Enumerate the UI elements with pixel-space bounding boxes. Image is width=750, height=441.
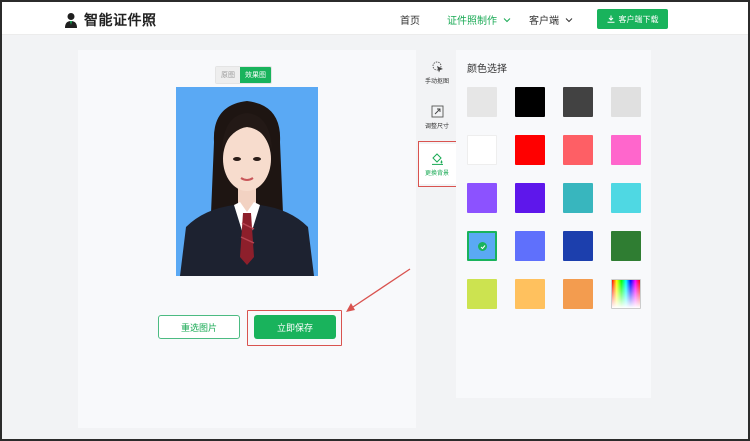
client-download-button[interactable]: 客户端下载 xyxy=(597,9,668,29)
tool-highlight-box xyxy=(418,141,461,187)
nav-client[interactable]: 客户端 xyxy=(529,12,573,27)
nav-client-label: 客户端 xyxy=(529,16,559,27)
resize-icon xyxy=(431,105,443,117)
color-swatch[interactable] xyxy=(515,87,545,117)
tool-resize[interactable]: 调整尺寸 xyxy=(418,97,456,137)
color-swatch[interactable] xyxy=(467,87,497,117)
reselect-image-button[interactable]: 重选图片 xyxy=(158,315,240,339)
tool-resize-label: 调整尺寸 xyxy=(424,122,449,130)
color-swatch[interactable] xyxy=(515,183,545,213)
cursor-magic-icon xyxy=(432,61,443,72)
chevron-down-icon xyxy=(565,17,573,22)
color-swatch[interactable] xyxy=(515,231,545,261)
color-panel: 颜色选择 xyxy=(456,50,651,398)
check-icon xyxy=(478,242,487,251)
nav-id-photo-maker-label: 证件照制作 xyxy=(447,16,497,27)
toggle-original[interactable]: 原图 xyxy=(216,67,240,83)
color-swatch[interactable] xyxy=(611,135,641,165)
portrait-image xyxy=(176,87,318,276)
color-swatch[interactable] xyxy=(563,135,593,165)
logo[interactable]: 智能证件照 xyxy=(64,10,157,30)
chevron-down-icon xyxy=(503,17,511,22)
download-icon xyxy=(607,15,614,23)
nav-id-photo-maker[interactable]: 证件照制作 xyxy=(447,12,511,27)
color-swatch[interactable] xyxy=(467,231,497,261)
color-swatch[interactable] xyxy=(611,231,641,261)
preview-panel: 原图 效果图 重选图片 立即保存 xyxy=(78,50,416,428)
color-swatch[interactable] xyxy=(563,279,593,309)
color-swatch[interactable] xyxy=(611,279,641,309)
color-swatch[interactable] xyxy=(563,231,593,261)
preview-toggle: 原图 效果图 xyxy=(215,66,272,84)
color-swatch[interactable] xyxy=(611,183,641,213)
id-photo-preview xyxy=(176,87,318,276)
color-swatch[interactable] xyxy=(515,135,545,165)
color-swatch[interactable] xyxy=(515,279,545,309)
color-swatch[interactable] xyxy=(467,183,497,213)
color-swatch[interactable] xyxy=(467,279,497,309)
nav-home[interactable]: 首页 xyxy=(400,12,420,27)
tool-manual-cutout-label: 手动抠图 xyxy=(424,77,449,85)
top-header: 智能证件照 首页 证件照制作 客户端 客户端下载 xyxy=(2,2,748,35)
color-swatch[interactable] xyxy=(467,135,497,165)
nav-home-label: 首页 xyxy=(400,16,420,27)
tool-manual-cutout[interactable]: 手动抠图 xyxy=(418,52,456,92)
save-now-button[interactable]: 立即保存 xyxy=(254,315,336,339)
toggle-result[interactable]: 效果图 xyxy=(240,67,271,83)
client-download-label: 客户端下载 xyxy=(618,14,659,24)
color-panel-title: 颜色选择 xyxy=(467,64,507,75)
reselect-label: 重选图片 xyxy=(180,323,217,334)
color-swatch[interactable] xyxy=(563,87,593,117)
color-swatch[interactable] xyxy=(563,183,593,213)
color-swatch[interactable] xyxy=(611,87,641,117)
annotation-arrow xyxy=(346,268,411,312)
person-logo-icon xyxy=(65,13,77,28)
app-name: 智能证件照 xyxy=(84,13,157,29)
save-label: 立即保存 xyxy=(276,323,313,334)
